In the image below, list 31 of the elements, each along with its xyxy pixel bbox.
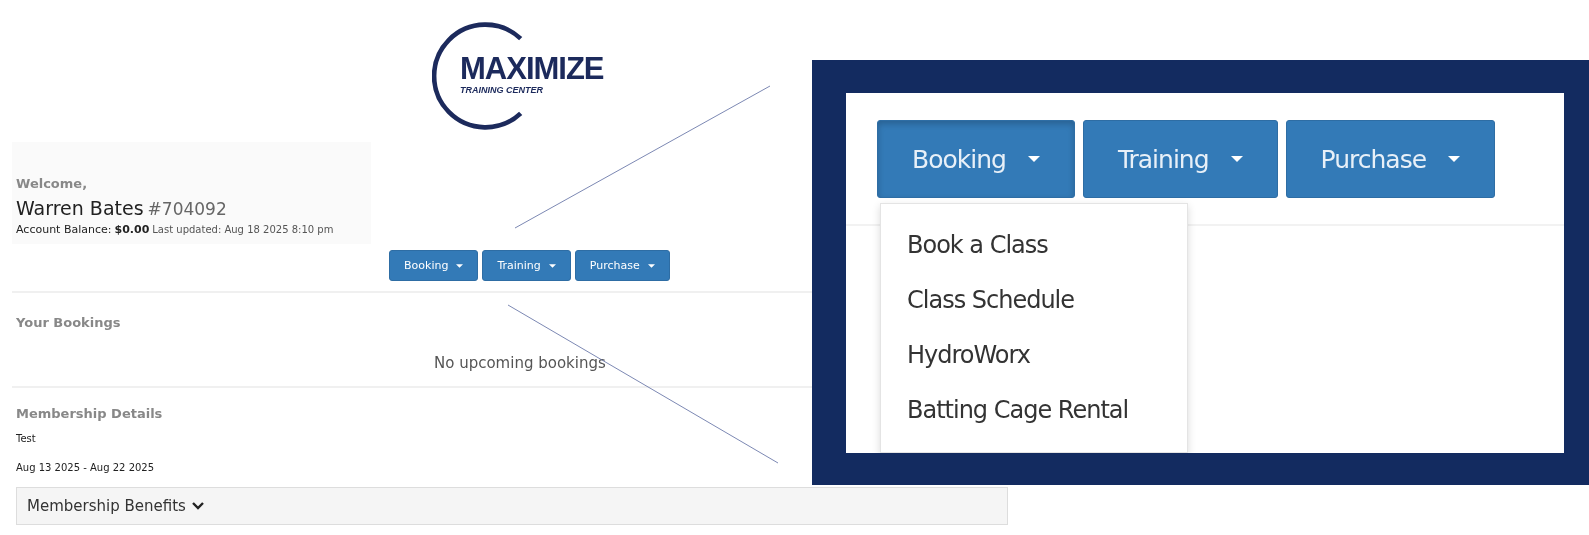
member-number: #704092 [147,199,227,219]
menu-button[interactable]: Booking [877,120,1075,198]
caret-icon [548,263,556,268]
caret-icon [647,263,655,268]
menu-button[interactable]: Training [1082,120,1278,198]
last-updated-text: Last updated: Aug 18 2025 8:10 pm [152,224,334,235]
benefits-toggle[interactable]: Membership Benefits [16,487,1008,525]
welcome-text: Welcome, [16,176,89,191]
menu-button[interactable]: Purchase [1285,120,1496,198]
member-name: Warren Bates [16,197,144,219]
menu-button[interactable]: Purchase [574,250,670,281]
section-title: Your Bookings [16,315,121,330]
caret-icon [1230,156,1243,162]
balance-label: Account Balance: [16,223,112,236]
chevron-down-icon [191,502,204,510]
menu-button[interactable]: Booking [389,250,479,281]
empty-message: No upcoming bookings [434,354,606,372]
menu-button[interactable]: Training [482,250,571,281]
caret-icon [456,263,464,268]
logo-name: MAXIMIZE [460,53,604,85]
dropdown-item[interactable]: HydroWorx [881,328,1187,383]
logo-tagline: TRAINING CENTER [460,85,544,95]
balance-amount: $0.00 [114,223,150,236]
plan-name: Test [16,433,37,444]
caret-icon [1448,156,1461,162]
membership-dates: Aug 13 2025 - Aug 22 2025 [16,462,156,473]
section-title: Membership Details [16,406,163,421]
dropdown-item[interactable]: Batting Cage Rental [881,383,1187,438]
dropdown-item[interactable]: Book a Class [881,218,1187,273]
dropdown-item[interactable]: Class Schedule [881,273,1187,328]
caret-icon [1027,156,1040,162]
